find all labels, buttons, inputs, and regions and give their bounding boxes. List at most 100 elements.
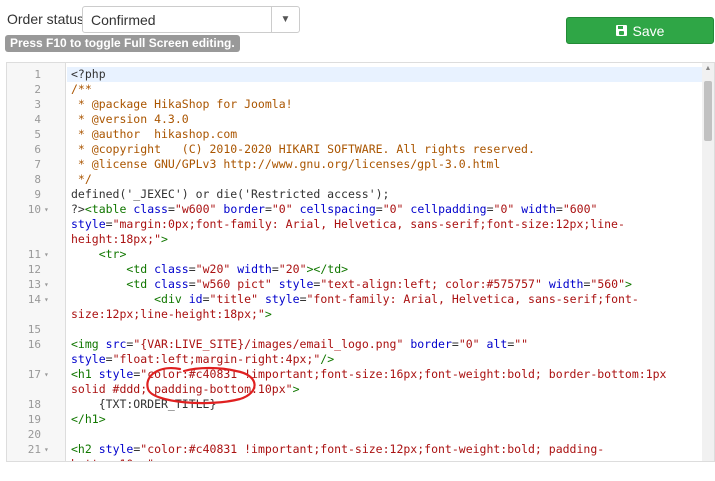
code-token: height:18px;" xyxy=(71,232,162,246)
code-token: cellspacing xyxy=(299,202,376,216)
line-number: 11 xyxy=(27,248,41,261)
code-line[interactable]: 4 * @version 4.3.0 xyxy=(7,112,702,127)
code-line[interactable]: 15 xyxy=(7,322,702,337)
code-text: <?php xyxy=(71,67,106,82)
code-token: * @version 4.3.0 xyxy=(71,112,189,126)
code-line[interactable]: 19 </h1> xyxy=(7,412,702,427)
code-token: border xyxy=(410,337,452,351)
code-line[interactable]: solid #ddd; padding-bottom:10px"> xyxy=(7,382,702,397)
code-token: style xyxy=(264,292,300,306)
code-token: * @author hikashop.com xyxy=(71,127,238,141)
code-line[interactable]: height:18px;"> xyxy=(7,232,702,247)
code-token: width xyxy=(521,202,556,216)
line-number: 8 xyxy=(34,173,41,186)
code-line[interactable]: 13 ▾ <td class="w560 pict" style="text-al… xyxy=(7,277,702,292)
line-number: 17 xyxy=(27,368,41,381)
code-line[interactable]: bottom:10px"> xyxy=(7,457,702,461)
code-text: {TXT:ORDER_TITLE} xyxy=(71,397,217,412)
code-token: border xyxy=(223,202,265,216)
code-line[interactable]: 8 */ xyxy=(7,172,702,187)
code-line[interactable]: 20 xyxy=(7,427,702,442)
fold-toggle-icon[interactable]: ▾ xyxy=(44,367,49,382)
code-token: /** xyxy=(71,82,92,96)
code-text: * @version 4.3.0 xyxy=(71,112,189,127)
fold-toggle-icon[interactable]: ▾ xyxy=(44,442,49,457)
code-line[interactable]: 9 defined('_JEXEC') or die('Restricted ac… xyxy=(7,187,702,202)
code-text: /** xyxy=(71,82,92,97)
code-editor[interactable]: 1 <?php 2/** 3 * @package HikaShop for Joom… xyxy=(6,62,715,462)
code-line[interactable]: 17 ▾ <h1 style="color:#c40831 !important;f… xyxy=(7,367,702,382)
line-number: 13 xyxy=(27,278,41,291)
code-line[interactable]: 10 ▾ ?><table class="w600" border="0" cell… xyxy=(7,202,702,217)
code-token: > xyxy=(625,277,632,291)
code-line[interactable]: 11 ▾ <tr> xyxy=(7,247,702,262)
code-token: alt xyxy=(486,337,508,351)
code-token: = xyxy=(105,217,113,231)
line-number: 12 xyxy=(27,263,41,276)
code-token: "margin:0px;font-family: Arial, Helvetic… xyxy=(112,217,625,231)
code-token: "color:#c40831 !important;font-size:16px… xyxy=(140,367,667,381)
code-token: = xyxy=(188,262,196,276)
code-line[interactable]: 16 <img src = "{VAR:LIVE_SITE}/images/email… xyxy=(7,337,702,352)
code-line[interactable]: 14 ▾ <div id="title" style="font-family: … xyxy=(7,292,702,307)
code-token: "color:#c40831 !important;font-size:12px… xyxy=(140,442,605,456)
code-token: "text-align:left; color:#575757" xyxy=(320,277,542,291)
code-line[interactable]: 2 /** xyxy=(7,82,702,97)
code-token: size:12px;line-height:18px;" xyxy=(71,307,265,321)
code-token: bottom:10px" xyxy=(71,457,154,461)
fold-toggle-icon[interactable]: ▾ xyxy=(44,247,49,262)
code-token: style xyxy=(98,367,134,381)
code-line[interactable]: 12 <td class="w20" width="20"></td> xyxy=(7,262,702,277)
code-token: width xyxy=(548,277,584,291)
code-token: <h1 xyxy=(71,367,92,381)
code-text: style="margin:0px;font-family: Arial, He… xyxy=(71,217,625,232)
code-text: bottom:10px"> xyxy=(71,457,161,461)
fold-toggle-icon[interactable]: ▾ xyxy=(44,277,49,292)
code-text: */ xyxy=(71,172,92,187)
fold-toggle-icon[interactable]: ▾ xyxy=(44,292,49,307)
code-token: = xyxy=(202,292,210,306)
line-number: 10 xyxy=(27,203,41,216)
scroll-up-icon[interactable]: ▲ xyxy=(702,63,714,75)
line-number: 18 xyxy=(27,398,41,411)
chevron-down-icon[interactable]: ▼ xyxy=(271,7,299,32)
code-token: "{VAR:LIVE_SITE}/images/email_logo.png" xyxy=(133,337,404,351)
code-line[interactable]: 3 * @package HikaShop for Joomla! xyxy=(7,97,702,112)
line-number: 6 xyxy=(34,143,41,156)
code-text: defined('_JEXEC') or die('Restricted acc… xyxy=(71,187,390,202)
editor-scrollbar[interactable]: ▲ xyxy=(702,63,714,461)
floppy-disk-icon xyxy=(615,25,627,36)
code-token: class xyxy=(133,202,168,216)
line-number: 21 xyxy=(27,443,41,456)
code-token: "w560 pict" xyxy=(195,277,272,291)
code-text: </h1> xyxy=(71,412,106,427)
order-status-select[interactable]: Confirmed ▼ xyxy=(82,6,300,33)
code-line[interactable]: size:12px;line-height:18px;"> xyxy=(7,307,702,322)
code-line[interactable]: style="margin:0px;font-family: Arial, He… xyxy=(7,217,702,232)
code-token: = xyxy=(167,202,175,216)
code-token: style xyxy=(71,352,106,366)
code-text: * @package HikaShop for Joomla! xyxy=(71,97,293,112)
code-line[interactable]: 7 * @license GNU/GPLv3 http://www.gnu.or… xyxy=(7,157,702,172)
code-line[interactable]: 1 <?php xyxy=(7,67,702,82)
code-token: <td xyxy=(126,262,148,276)
code-text: <td class="w560 pict" style="text-align:… xyxy=(71,277,632,292)
code-line[interactable]: 5 * @author hikashop.com xyxy=(7,127,702,142)
code-token: = xyxy=(264,202,272,216)
code-line[interactable]: style="float:left;margin-right:4px;"/> xyxy=(7,352,702,367)
fullscreen-hint-badge: Press F10 to toggle Full Screen editing. xyxy=(5,35,240,52)
fold-toggle-icon[interactable]: ▾ xyxy=(44,202,49,217)
code-token: {TXT:ORDER_TITLE} xyxy=(71,397,217,411)
code-token: <img xyxy=(71,337,99,351)
code-line[interactable]: 6 * @copyright (C) 2010-2020 HIKARI SOFT… xyxy=(7,142,702,157)
line-number: 1 xyxy=(34,68,41,81)
code-token: = xyxy=(299,292,307,306)
code-token: "0" xyxy=(382,202,404,216)
code-token: = xyxy=(188,277,196,291)
code-line[interactable]: 21 ▾ <h2 style="color:#c40831 !important;f… xyxy=(7,442,702,457)
save-button[interactable]: Save xyxy=(566,17,714,44)
code-text: ?><table class="w600" border="0" cellspa… xyxy=(71,202,597,217)
code-line[interactable]: 18 {TXT:ORDER_TITLE} xyxy=(7,397,702,412)
scrollbar-thumb[interactable] xyxy=(704,81,712,141)
